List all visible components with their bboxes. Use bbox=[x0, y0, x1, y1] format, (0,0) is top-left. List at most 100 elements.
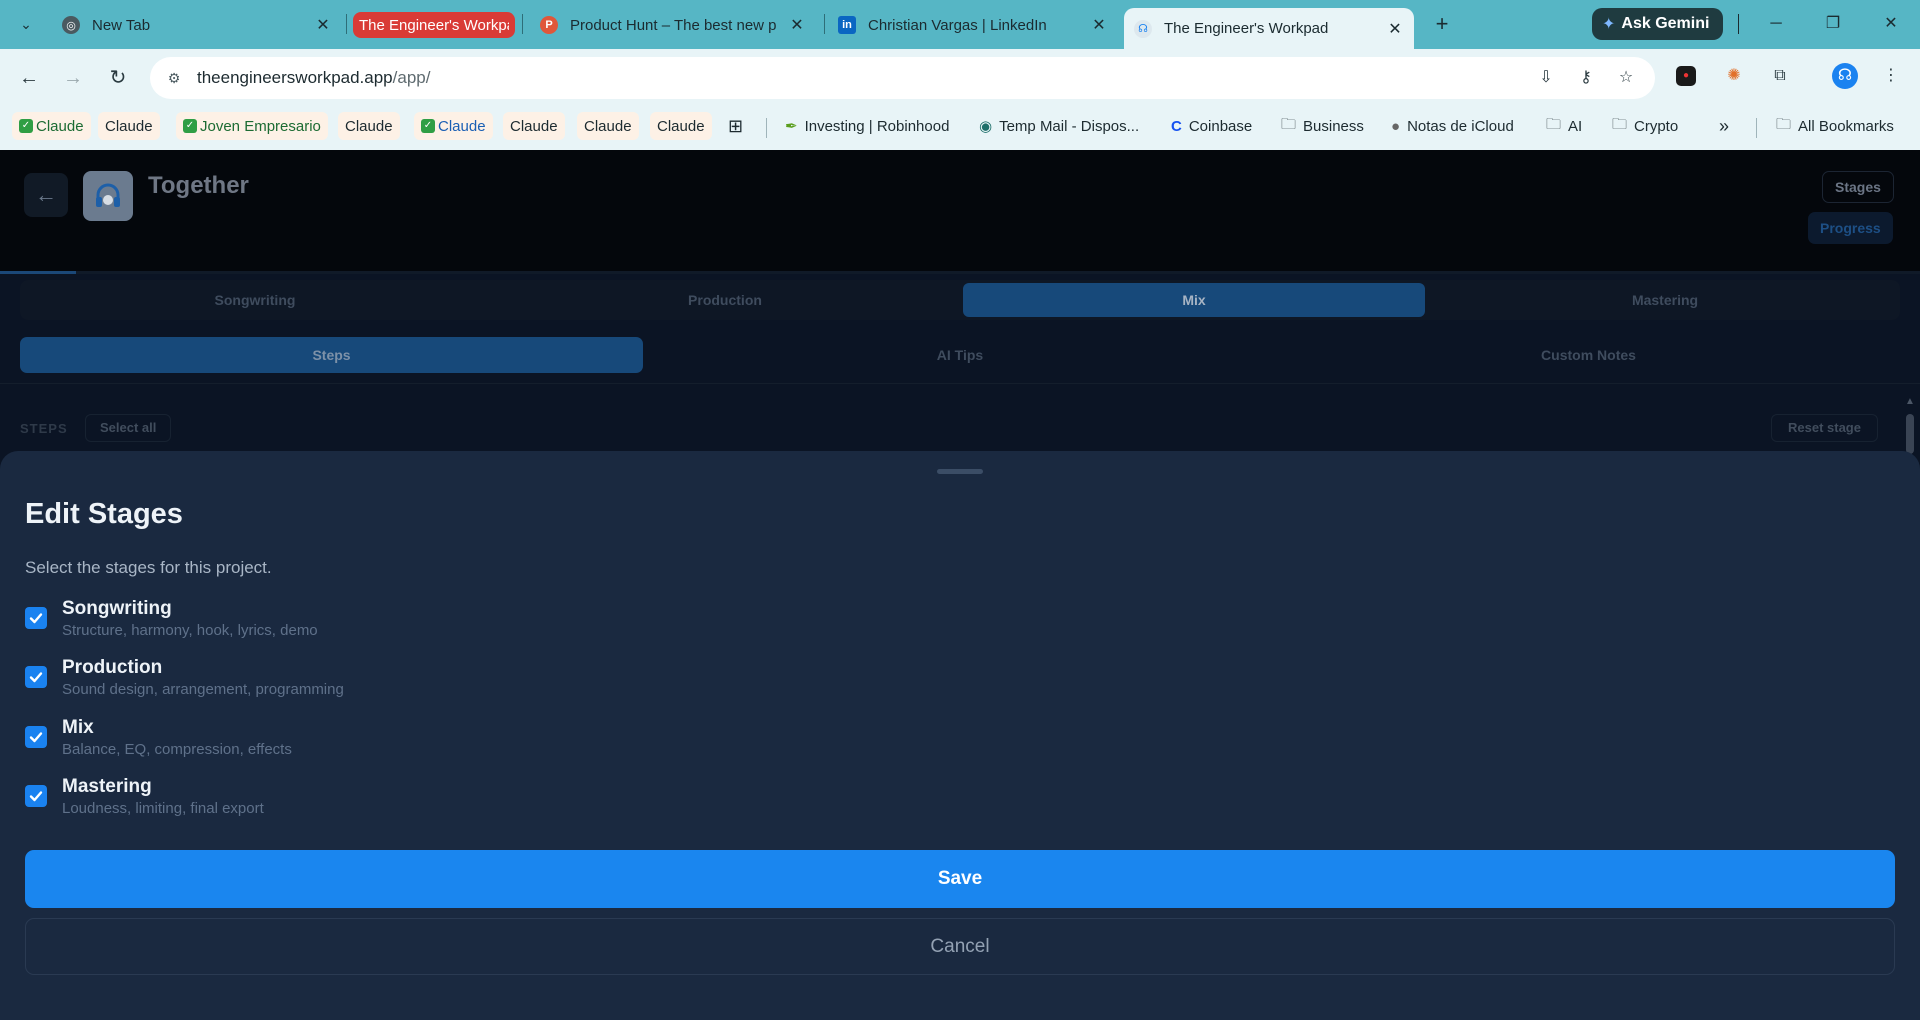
more-menu-icon[interactable]: ⋮ bbox=[1878, 63, 1904, 89]
bookmark-joven-empresario[interactable]: ✓ Joven Empresario bbox=[176, 112, 328, 140]
bookmark-notas-icloud[interactable]: ● Notas de iCloud bbox=[1391, 112, 1514, 140]
check-icon: ✓ bbox=[19, 119, 33, 133]
stage-checkbox[interactable] bbox=[25, 607, 47, 629]
tab-group-label[interactable]: The Engineer's Workpad bbox=[353, 12, 515, 38]
bookmark-claude[interactable]: Claude bbox=[338, 112, 400, 140]
stage-name: Mix bbox=[62, 717, 94, 738]
ask-gemini-button[interactable]: ✦ Ask Gemini bbox=[1592, 8, 1724, 40]
reload-icon[interactable]: ↻ bbox=[102, 62, 134, 94]
stage-option-mastering[interactable]: Mastering Loudness, limiting, final expo… bbox=[25, 776, 625, 828]
more-bookmarks-chevron-icon[interactable]: » bbox=[1719, 112, 1729, 140]
extension-red-icon[interactable]: ● bbox=[1676, 66, 1696, 86]
tab-mastering[interactable]: Mastering bbox=[1430, 280, 1900, 320]
sheet-drag-handle[interactable] bbox=[937, 469, 983, 474]
close-icon[interactable]: ✕ bbox=[1090, 15, 1108, 35]
bookmark-robinhood[interactable]: ✒ Investing | Robinhood bbox=[785, 112, 949, 140]
stage-option-songwriting[interactable]: Songwriting Structure, harmony, hook, ly… bbox=[25, 598, 625, 650]
bookmark-all-bookmarks[interactable]: 🗀 All Bookmarks bbox=[1776, 112, 1894, 140]
bookmark-folder-business[interactable]: 🗀 Business bbox=[1281, 112, 1364, 140]
folder-icon: 🗀 bbox=[1776, 115, 1792, 133]
tab-ai-tips[interactable]: AI Tips bbox=[649, 337, 1271, 373]
select-all-button[interactable]: Select all bbox=[85, 414, 172, 442]
tab-mix[interactable]: Mix bbox=[963, 283, 1425, 317]
progress-button[interactable]: Progress bbox=[1808, 212, 1893, 244]
workpad-icon: ☊ bbox=[1134, 19, 1152, 38]
stage-option-mix[interactable]: Mix Balance, EQ, compression, effects bbox=[25, 717, 625, 769]
folder-icon: 🗀 bbox=[1281, 115, 1297, 133]
close-icon[interactable]: ✕ bbox=[788, 15, 806, 35]
reset-stage-button[interactable]: Reset stage bbox=[1771, 414, 1878, 442]
url-text: theengineersworkpad.app/app/ bbox=[197, 68, 431, 87]
bookmark-claude[interactable]: ✓ Claude bbox=[12, 112, 91, 140]
close-icon[interactable]: ✕ bbox=[314, 15, 332, 35]
minimize-icon[interactable]: ─ bbox=[1756, 8, 1796, 40]
bookmark-temp-mail[interactable]: ◉ Temp Mail - Dispos... bbox=[979, 112, 1139, 140]
stage-tabs: Songwriting Production Mix Mastering bbox=[20, 280, 1900, 320]
sheet-title: Edit Stages bbox=[25, 498, 183, 530]
temp-mail-icon: ◉ bbox=[979, 118, 993, 135]
tab-label: New Tab bbox=[92, 16, 151, 34]
install-app-icon[interactable]: ⇩ bbox=[1535, 67, 1557, 89]
check-icon: ✓ bbox=[421, 119, 435, 133]
tab-separator bbox=[824, 14, 825, 34]
restore-icon[interactable]: ❐ bbox=[1813, 8, 1853, 40]
bookmark-claude[interactable]: Claude bbox=[650, 112, 712, 140]
stage-checkbox[interactable] bbox=[25, 785, 47, 807]
tab-search-chevron-icon[interactable]: ⌄ bbox=[14, 12, 38, 36]
apps-grid-icon[interactable]: ⊞ bbox=[728, 112, 743, 140]
project-progress-bar bbox=[0, 271, 1920, 274]
tab-songwriting[interactable]: Songwriting bbox=[20, 280, 490, 320]
browser-tab-new-tab[interactable]: ◎ New Tab ✕ bbox=[52, 9, 342, 41]
scrollbar[interactable]: ▲ bbox=[1903, 396, 1917, 456]
bookmark-separator bbox=[1756, 118, 1757, 138]
stage-option-production[interactable]: Production Sound design, arrangement, pr… bbox=[25, 657, 625, 709]
forward-arrow-icon[interactable]: → bbox=[57, 62, 89, 94]
edit-stages-sheet: Edit Stages Select the stages for this p… bbox=[0, 451, 1920, 1020]
bookmark-claude[interactable]: Claude bbox=[98, 112, 160, 140]
claude-extension-icon[interactable]: ✺ bbox=[1721, 63, 1747, 89]
browser-tab-workpad-active[interactable]: ☊ The Engineer's Workpad ✕ bbox=[1124, 8, 1414, 49]
checkmark-icon bbox=[29, 791, 43, 802]
tab-steps[interactable]: Steps bbox=[20, 337, 643, 373]
bookmark-folder-ai[interactable]: 🗀 AI bbox=[1546, 112, 1582, 140]
window-close-icon[interactable]: ✕ bbox=[1871, 8, 1911, 40]
address-bar[interactable]: ⚙ theengineersworkpad.app/app/ ⇩ ⚷ ☆ bbox=[150, 57, 1655, 99]
bookmark-folder-crypto[interactable]: 🗀 Crypto bbox=[1612, 112, 1678, 140]
apple-icon: ● bbox=[1391, 117, 1401, 135]
project-avatar bbox=[83, 171, 133, 221]
browser-tab-product-hunt[interactable]: P Product Hunt – The best new p ✕ bbox=[530, 9, 816, 41]
browser-tab-strip: ⌄ ◎ New Tab ✕ The Engineer's Workpad P P… bbox=[0, 0, 1920, 49]
bookmark-claude[interactable]: Claude bbox=[577, 112, 639, 140]
cancel-button[interactable]: Cancel bbox=[25, 918, 1895, 975]
site-info-icon[interactable]: ⚙ bbox=[164, 68, 184, 88]
checkmark-icon bbox=[29, 672, 43, 683]
bookmark-claude[interactable]: Claude bbox=[503, 112, 565, 140]
tab-custom-notes[interactable]: Custom Notes bbox=[1277, 337, 1900, 373]
close-icon[interactable]: ✕ bbox=[1386, 19, 1404, 39]
divider bbox=[0, 383, 1920, 384]
app-header: ← Together Stages Progress bbox=[0, 150, 1920, 272]
scroll-up-arrow-icon[interactable]: ▲ bbox=[1903, 396, 1917, 410]
stage-checkbox[interactable] bbox=[25, 726, 47, 748]
new-tab-plus-icon[interactable]: + bbox=[1428, 10, 1456, 38]
tab-label: The Engineer's Workpad bbox=[1164, 20, 1329, 37]
browser-tab-linkedin[interactable]: in Christian Vargas | LinkedIn ✕ bbox=[828, 9, 1118, 41]
tab-production[interactable]: Production bbox=[490, 280, 960, 320]
back-arrow-icon[interactable]: ← bbox=[13, 62, 45, 94]
profile-avatar[interactable]: ☊ bbox=[1832, 63, 1858, 89]
scrollbar-thumb[interactable] bbox=[1906, 414, 1914, 454]
save-button[interactable]: Save bbox=[25, 850, 1895, 908]
bookmark-coinbase[interactable]: C Coinbase bbox=[1171, 112, 1252, 140]
back-button[interactable]: ← bbox=[24, 173, 68, 217]
password-key-icon[interactable]: ⚷ bbox=[1575, 67, 1597, 89]
stage-checkbox[interactable] bbox=[25, 666, 47, 688]
bookmark-star-icon[interactable]: ☆ bbox=[1615, 67, 1637, 89]
bookmark-claude[interactable]: ✓ Claude bbox=[414, 112, 493, 140]
checkmark-icon bbox=[29, 613, 43, 624]
extensions-puzzle-icon[interactable]: ⧉ bbox=[1767, 63, 1793, 89]
headphones-icon bbox=[96, 183, 120, 207]
stages-button[interactable]: Stages bbox=[1822, 171, 1894, 203]
stage-name: Mastering bbox=[62, 776, 152, 797]
tab-separator bbox=[522, 14, 523, 34]
bookmark-separator bbox=[766, 118, 767, 138]
